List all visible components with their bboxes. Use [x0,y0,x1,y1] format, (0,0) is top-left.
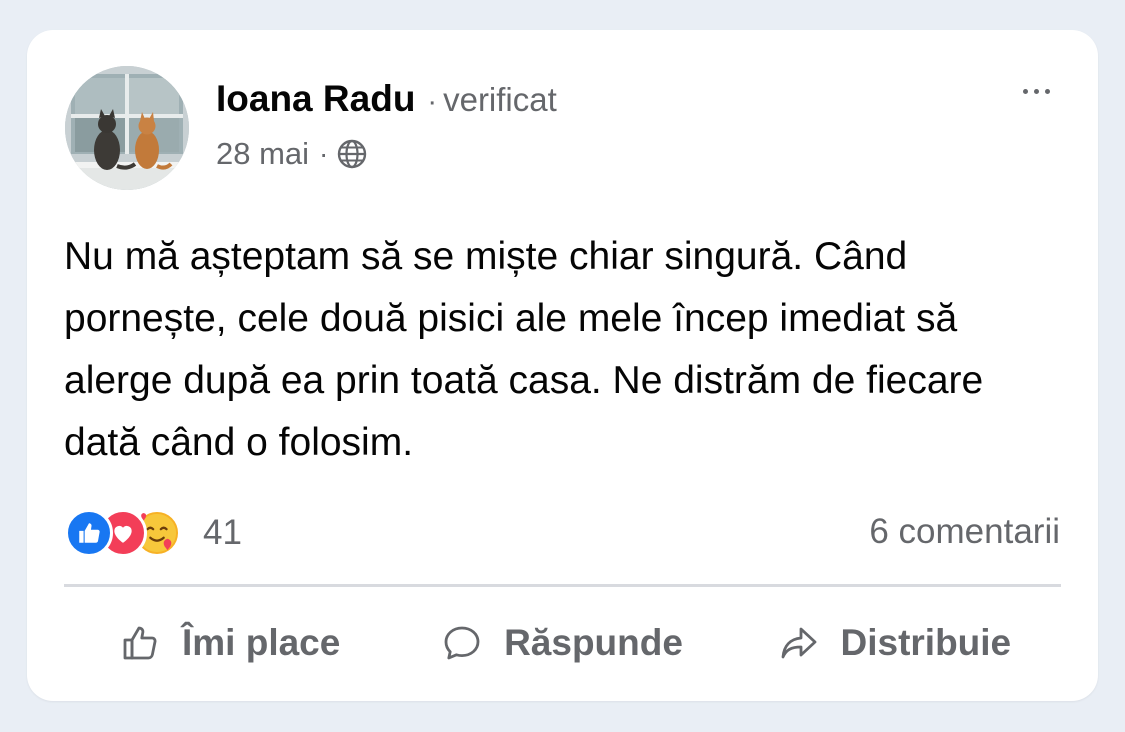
post-header: Ioana Radu · verificat [216,78,557,122]
avatar[interactable] [65,66,189,190]
reply-label: Răspunde [504,622,683,663]
avatar-cats-image [65,66,189,190]
share-arrow-icon [781,627,816,659]
more-dot-icon [1022,88,1028,94]
like-label: Îmi place [181,622,341,663]
more-dot-icon [1044,88,1050,94]
header-separator: · [427,86,438,118]
like-reaction-icon [65,509,113,557]
post-card: Ioana Radu · verificat 28 mai · Nu mă aș… [27,30,1098,701]
share-button[interactable]: Distribuie [729,605,1061,681]
comment-icon [444,626,480,660]
verified-label: verificat [443,81,557,118]
more-dot-icon [1033,88,1039,94]
action-bar: Îmi place Răspunde Distribuie [64,605,1061,681]
globe-icon [338,139,367,169]
thumbs-up-icon [123,626,157,660]
post-text: Nu mă așteptam să se miște chiar singură… [64,235,984,464]
post-meta: 28 mai · [216,136,368,172]
meta-separator: · [319,138,329,169]
like-button[interactable]: Îmi place [64,605,396,681]
post-date[interactable]: 28 mai [216,136,309,172]
reaction-count[interactable]: 41 [203,513,242,553]
divider [64,584,1061,587]
share-label: Distribuie [840,622,1012,663]
comments-count[interactable]: 6 comentarii [869,512,1060,552]
reactions-summary[interactable]: 41 [65,505,242,561]
more-options-button[interactable] [1014,74,1058,108]
reply-button[interactable]: Răspunde [396,605,728,681]
author-name[interactable]: Ioana Radu [216,78,415,120]
